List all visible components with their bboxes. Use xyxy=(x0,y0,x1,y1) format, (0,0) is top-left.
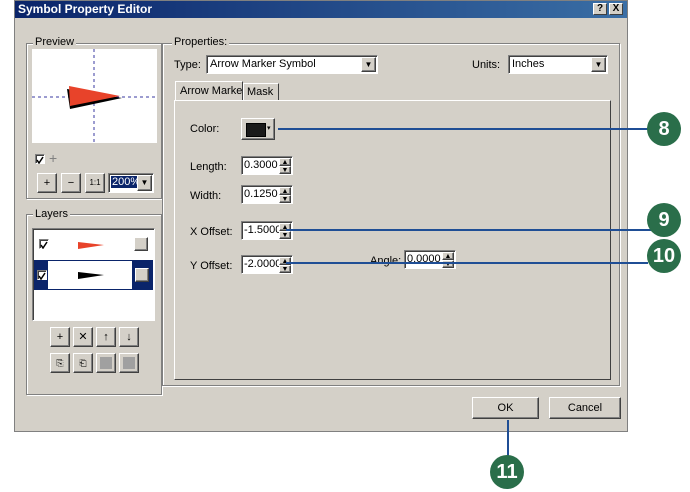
layer-lock-icon[interactable] xyxy=(134,237,148,251)
color-label: Color: xyxy=(190,123,220,135)
layer-lock-icon[interactable] xyxy=(135,268,149,282)
chevron-down-icon: ▼ xyxy=(364,60,373,69)
units-dropdown-arrow[interactable]: ▼ xyxy=(591,57,606,72)
copy-icon: ⎘ xyxy=(56,358,64,368)
callout-11: 11 xyxy=(490,455,524,489)
paste-layer-button[interactable]: ⎗ xyxy=(73,353,93,373)
arrow-down-icon: ↓ xyxy=(126,331,132,343)
width-input[interactable]: 0.1250 ▲ ▼ xyxy=(241,185,293,204)
callout-9: 9 xyxy=(647,203,681,237)
callout-8: 8 xyxy=(647,112,681,146)
angle-spin-up[interactable]: ▲ xyxy=(442,252,454,260)
layers-list[interactable] xyxy=(32,228,155,321)
tab-arrow-marker-label: Arrow Marker xyxy=(180,85,247,97)
x-offset-value: -1.5000 xyxy=(244,224,282,236)
ok-button[interactable]: OK xyxy=(472,397,539,419)
tab-mask[interactable]: Mask xyxy=(243,83,279,100)
y-offset-value: -2.0000 xyxy=(244,258,282,270)
zoom-in-button[interactable]: + xyxy=(37,173,57,193)
layer-row-black-selected[interactable] xyxy=(34,260,153,290)
x-offset-spin-down[interactable]: ▼ xyxy=(279,231,291,239)
zoom-out-button[interactable]: − xyxy=(61,173,81,193)
chevron-down-icon: ▼ xyxy=(140,178,149,187)
layers-label: Layers xyxy=(33,208,71,220)
length-label: Length: xyxy=(190,161,227,173)
length-value: 0.3000 xyxy=(244,159,278,171)
units-select[interactable]: Inches ▼ xyxy=(508,55,608,74)
type-dropdown-arrow[interactable]: ▼ xyxy=(361,57,376,72)
units-value: Inches xyxy=(512,58,545,70)
tab-arrow-marker[interactable]: Arrow Marker xyxy=(175,81,247,101)
y-offset-label: Y Offset: xyxy=(190,260,233,272)
length-spin-down[interactable]: ▼ xyxy=(279,166,291,174)
zoom-dropdown-arrow[interactable]: ▼ xyxy=(137,175,152,191)
add-layer-button[interactable]: + xyxy=(50,327,70,347)
actual-size-button[interactable]: 1:1 xyxy=(85,173,105,193)
preview-checkbox[interactable] xyxy=(35,154,45,165)
color-swatch xyxy=(246,123,266,137)
type-label: Type: xyxy=(174,59,201,71)
zoom-select[interactable]: 200% ▼ xyxy=(108,173,154,193)
angle-input[interactable]: 0.0000 ▲ ▼ xyxy=(404,250,456,269)
delete-icon: ✕ xyxy=(78,331,88,343)
length-input[interactable]: 0.3000 ▲ ▼ xyxy=(241,156,293,175)
length-spin-up[interactable]: ▲ xyxy=(279,158,291,166)
tab-mask-label: Mask xyxy=(247,86,274,98)
title-bar[interactable]: Symbol Property Editor ? X xyxy=(15,1,627,18)
plus-icon: + xyxy=(56,331,64,343)
close-button[interactable]: X xyxy=(609,3,623,15)
zoom-in-icon: + xyxy=(43,177,51,189)
zoom-out-icon: − xyxy=(67,177,75,189)
type-select[interactable]: Arrow Marker Symbol ▼ xyxy=(206,55,378,74)
preview-svg xyxy=(32,49,157,143)
layer-row-red[interactable] xyxy=(34,232,152,258)
cancel-button[interactable]: Cancel xyxy=(549,397,621,419)
square-icon xyxy=(100,357,112,369)
layer-visible-checkbox[interactable] xyxy=(37,270,47,281)
window-title: Symbol Property Editor xyxy=(18,2,153,16)
black-arrow-layer-icon xyxy=(78,272,104,279)
arrow-up-icon: ↑ xyxy=(103,331,109,343)
properties-label: Properties: xyxy=(172,36,230,48)
callout-line-9 xyxy=(286,229,656,231)
help-button[interactable]: ? xyxy=(593,3,607,15)
callout-10: 10 xyxy=(647,239,681,273)
units-label: Units: xyxy=(472,59,501,71)
preview-label: Preview xyxy=(33,36,77,48)
angle-label: Angle: xyxy=(370,255,402,267)
width-value: 0.1250 xyxy=(244,188,278,200)
callout-line-8 xyxy=(278,128,648,130)
tab-panel xyxy=(174,100,611,380)
color-picker-button[interactable]: ▾ xyxy=(241,118,275,140)
delete-layer-button[interactable]: ✕ xyxy=(73,327,93,347)
width-spin-down[interactable]: ▼ xyxy=(279,195,291,203)
layer-visible-checkbox[interactable] xyxy=(39,239,49,250)
red-arrow-layer-icon xyxy=(78,242,104,249)
move-down-button[interactable]: ↓ xyxy=(119,327,139,347)
y-offset-input[interactable]: -2.0000 ▲ ▼ xyxy=(241,255,293,274)
actual-size-icon: 1:1 xyxy=(89,178,101,187)
chevron-down-icon: ▾ xyxy=(267,125,271,132)
crosshair-icon[interactable]: + xyxy=(49,150,57,166)
layer-option-button-2[interactable] xyxy=(119,353,139,373)
preview-canvas xyxy=(32,49,157,143)
chevron-down-icon: ▼ xyxy=(594,60,603,69)
layer-option-button-1[interactable] xyxy=(96,353,116,373)
square-icon xyxy=(123,357,135,369)
copy-layer-button[interactable]: ⎘ xyxy=(50,353,70,373)
width-label: Width: xyxy=(190,190,222,202)
callout-line-10 xyxy=(286,262,648,264)
symbol-property-editor-window: Symbol Property Editor ? X Preview + + −… xyxy=(14,0,628,432)
move-up-button[interactable]: ↑ xyxy=(96,327,116,347)
type-value: Arrow Marker Symbol xyxy=(210,58,316,70)
width-spin-up[interactable]: ▲ xyxy=(279,187,291,195)
x-offset-label: X Offset: xyxy=(190,226,233,238)
paste-icon: ⎗ xyxy=(79,358,87,368)
y-offset-spin-down[interactable]: ▼ xyxy=(279,265,291,273)
